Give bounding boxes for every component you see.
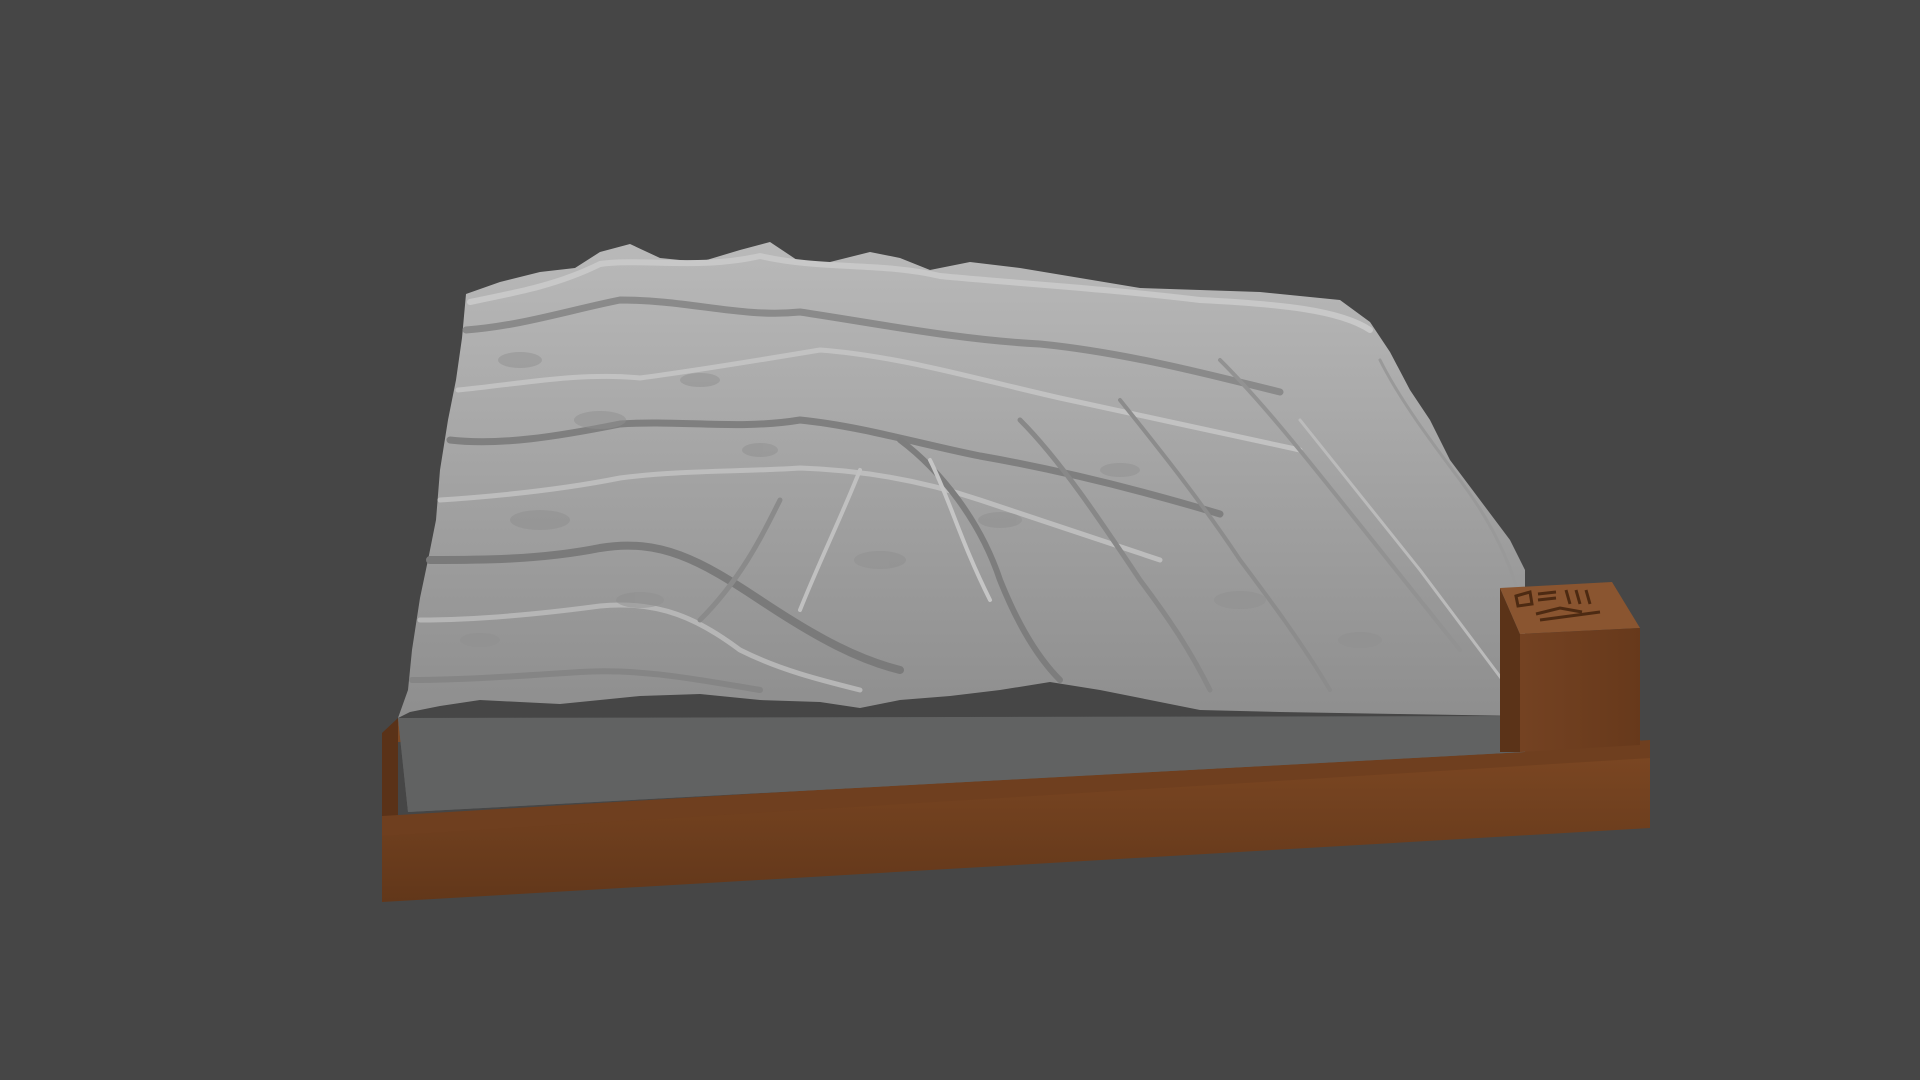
label-block-front <box>1520 628 1640 752</box>
terrain-model-scene <box>382 242 1650 902</box>
3d-viewport[interactable] <box>0 0 1920 1080</box>
label-block <box>1500 582 1640 752</box>
label-block-top <box>1500 582 1640 634</box>
